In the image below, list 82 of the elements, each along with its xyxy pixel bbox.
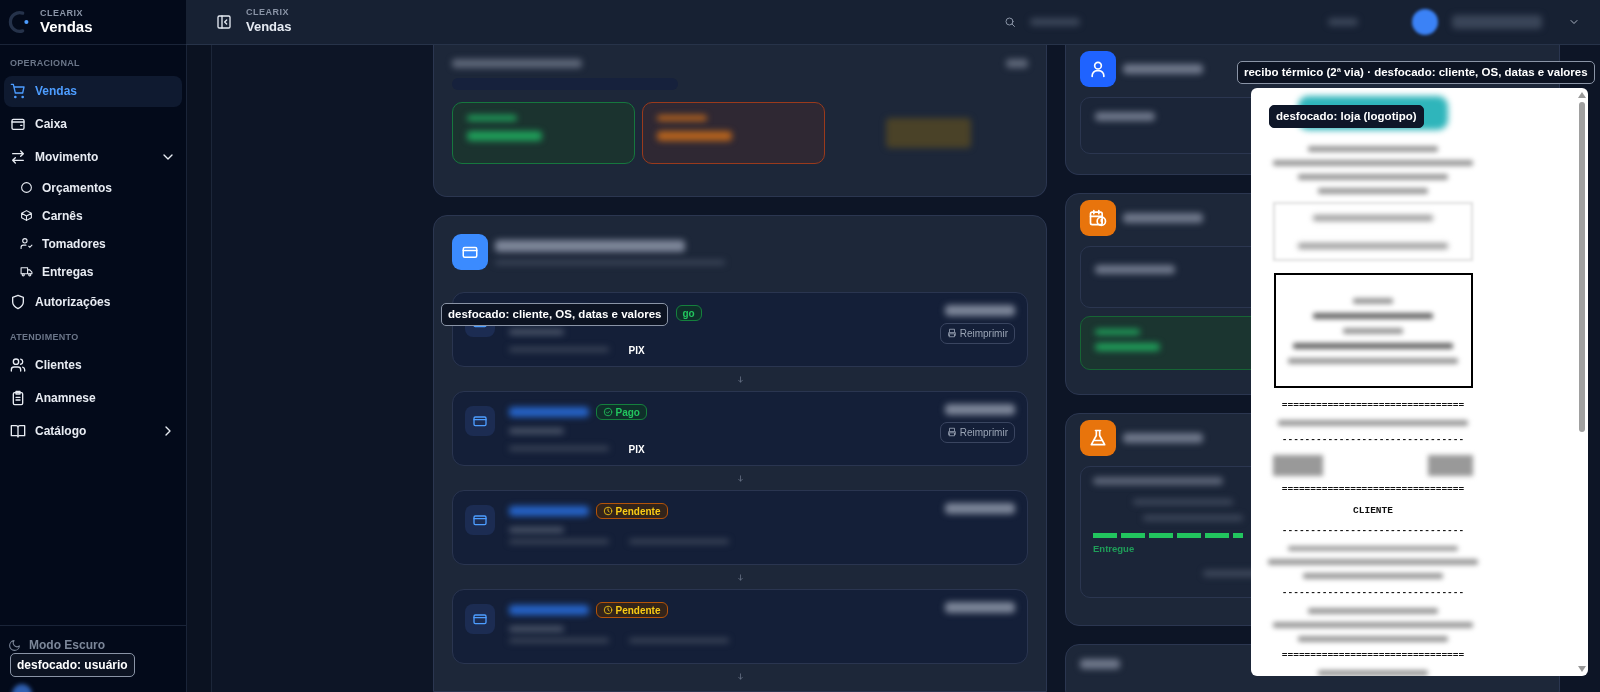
status-badge: Pendente: [595, 602, 668, 618]
sidebar-item[interactable]: Clientes: [4, 349, 182, 380]
arrows-icon: [10, 149, 26, 165]
receipt-line: --------------------------------: [1281, 525, 1465, 538]
search-icon: [1004, 16, 1016, 28]
brand-name: CLEARIX: [40, 8, 84, 18]
shield-icon: [10, 294, 26, 310]
section-heading: OPERACIONAL: [9, 57, 81, 70]
sidebar-subitem[interactable]: Tomadores: [0, 229, 186, 258]
sidebar-subitem[interactable]: Carnês: [0, 201, 186, 230]
circle-icon: [20, 181, 33, 194]
blurred-text: [1030, 18, 1080, 26]
section-heading: ATENDIMENTO: [9, 330, 80, 344]
payment-method: PIX: [628, 344, 645, 358]
receipt-line: ================================: [1281, 399, 1465, 413]
blurred-text: [656, 115, 707, 121]
blur-label: desfocado: cliente, OS, datas e valores: [441, 303, 669, 327]
status-badge: go: [675, 305, 702, 321]
arrow-down-icon: [735, 671, 745, 681]
sidebar-item[interactable]: Vendas: [4, 75, 182, 107]
receipt-line: CLIENTE: [1353, 504, 1393, 518]
blurred-text: [509, 329, 564, 335]
status-badge: Pendente: [595, 503, 668, 519]
sidebar-item[interactable]: Catálogo: [4, 415, 182, 446]
receipt-line: ================================: [1281, 649, 1465, 662]
reprint-button[interactable]: Reimprimir: [939, 421, 1015, 443]
printer-icon: [946, 328, 957, 338]
blurred-text: [509, 428, 564, 434]
blurred-text: [1095, 329, 1140, 335]
blurred-text: [1328, 18, 1358, 26]
blur-label: desfocado: loja (logotipo): [1269, 105, 1424, 129]
book-icon: [10, 422, 26, 439]
theme-toggle[interactable]: Modo Escuro: [8, 636, 178, 654]
receipt-caption: recibo térmico (2ª via) · desfocado: cliente, OS, datas e valores: [1237, 61, 1595, 85]
sidebar-item[interactable]: Caixa: [4, 108, 182, 140]
user-check-icon: [20, 237, 33, 250]
printer-icon: [946, 427, 957, 437]
reprint-button[interactable]: Reimprimir: [939, 322, 1015, 344]
clipboard-icon: [10, 389, 26, 406]
blurred-text: [1095, 112, 1155, 121]
clock-icon: [602, 506, 613, 516]
blurred-text: [945, 503, 1015, 514]
receipt-line: ================================: [1281, 484, 1465, 497]
sidebar-toggle-icon[interactable]: [216, 14, 232, 30]
check-circle-icon: [602, 407, 613, 417]
sidebar-item[interactable]: Movimento: [4, 141, 182, 173]
blurred-text: [467, 115, 517, 121]
arrow-down-icon: [735, 374, 745, 384]
clock-icon: [602, 605, 613, 615]
blurred-text: [945, 305, 1015, 316]
page-title: Vendas: [40, 17, 93, 36]
blurred-text: [509, 626, 564, 632]
payment-method: PIX: [628, 443, 645, 457]
truck-icon: [20, 265, 33, 278]
arrow-down-icon: [735, 473, 745, 483]
blur-label: desfocado: usuário: [10, 653, 135, 677]
receipt-line: --------------------------------: [1281, 587, 1465, 600]
blurred-text: [945, 602, 1015, 613]
sidebar-item[interactable]: Autorizações: [4, 286, 182, 318]
cart-icon: [10, 83, 26, 99]
blurred-text: [1006, 59, 1028, 68]
page-title: Vendas: [246, 17, 292, 36]
flask-icon: [1088, 428, 1108, 448]
user-icon: [1088, 59, 1108, 79]
blurred-text: [945, 404, 1015, 415]
users-icon: [10, 356, 26, 373]
moon-icon: [8, 638, 21, 652]
avatar: [1412, 9, 1438, 35]
status-badge: Pago: [595, 404, 647, 420]
package-icon: [20, 209, 33, 222]
sidebar-subitem[interactable]: Orçamentos: [0, 173, 186, 202]
brand-name: CLEARIX: [246, 7, 290, 17]
wallet-icon: [10, 116, 26, 132]
calendar-clock-icon: [1088, 208, 1108, 228]
delivery-status: Entregue: [1093, 542, 1135, 556]
arrow-down-icon: [735, 572, 745, 582]
blurred-text: [509, 527, 564, 533]
receipt-line: --------------------------------: [1281, 434, 1465, 447]
sidebar-subitem[interactable]: Entregas: [0, 257, 186, 286]
blurred-text: [1080, 659, 1120, 669]
blurred-text: [1095, 343, 1160, 351]
sidebar-item[interactable]: Anamnese: [4, 382, 182, 413]
